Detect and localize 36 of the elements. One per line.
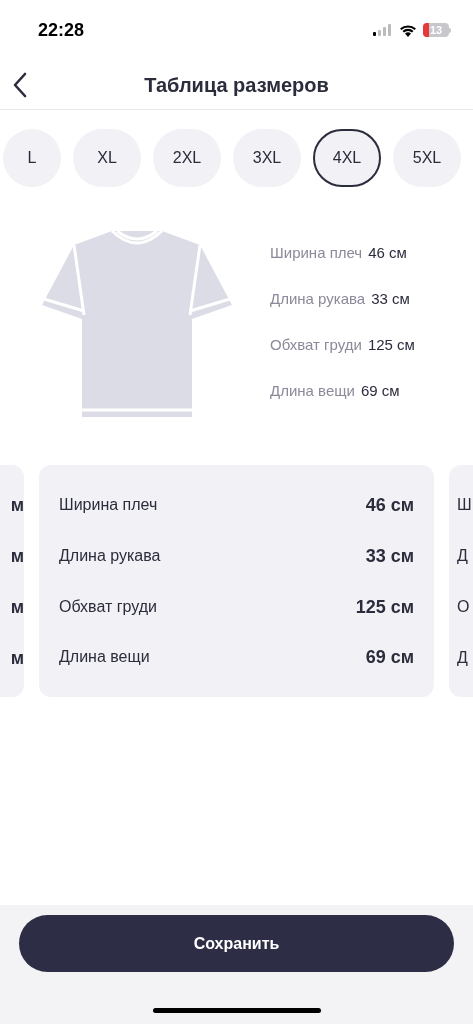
measurement-value: 33 см xyxy=(365,544,414,568)
signal-icon xyxy=(373,24,393,36)
size-chip[interactable]: 4XL xyxy=(313,129,381,187)
measurement-label: Обхват груди xyxy=(270,335,362,355)
measurement-value: м xyxy=(10,545,24,568)
status-time: 22:28 xyxy=(38,18,85,42)
measurement-value: м xyxy=(10,596,24,619)
measurement-value: 46 см xyxy=(365,494,414,517)
measurement-label: Обхват груди xyxy=(59,596,157,617)
measurement-label: Длина вещи xyxy=(59,647,150,668)
measurement-label: Длина вещи xyxy=(270,381,355,401)
size-chip[interactable]: L xyxy=(3,129,61,187)
measurement-value: 125 см xyxy=(367,335,415,355)
measurement-label: Длина рукава xyxy=(270,289,366,309)
measurement-label: О xyxy=(457,597,471,617)
size-chip[interactable]: 3XL xyxy=(233,129,301,187)
measurement-value: 125 см xyxy=(355,595,414,619)
measurement-value: м xyxy=(10,494,24,517)
size-chip[interactable]: 2XL xyxy=(153,129,221,187)
measurement-label: Д xyxy=(457,546,469,566)
wifi-icon xyxy=(399,23,417,37)
measurement-value: 33 см xyxy=(371,289,410,309)
page-title: Таблица размеров xyxy=(144,72,329,98)
measurement-label: Ш xyxy=(457,495,473,515)
measurement-label: Ширина плеч xyxy=(270,243,363,263)
measurement-value: 46 см xyxy=(368,243,407,263)
size-chip[interactable]: 5XL xyxy=(393,129,461,187)
measurement-label: Д xyxy=(457,648,469,668)
measurement-label: Длина рукава xyxy=(59,545,161,566)
measurement-value: 69 см xyxy=(360,381,400,401)
measurement-value: м xyxy=(10,647,24,670)
back-icon xyxy=(13,72,27,98)
measurement-label: Ширина плеч xyxy=(59,495,158,515)
save-button[interactable]: Сохранить xyxy=(19,915,454,972)
measurement-value: 69 см xyxy=(365,646,414,670)
size-chip[interactable]: XL xyxy=(73,129,141,187)
